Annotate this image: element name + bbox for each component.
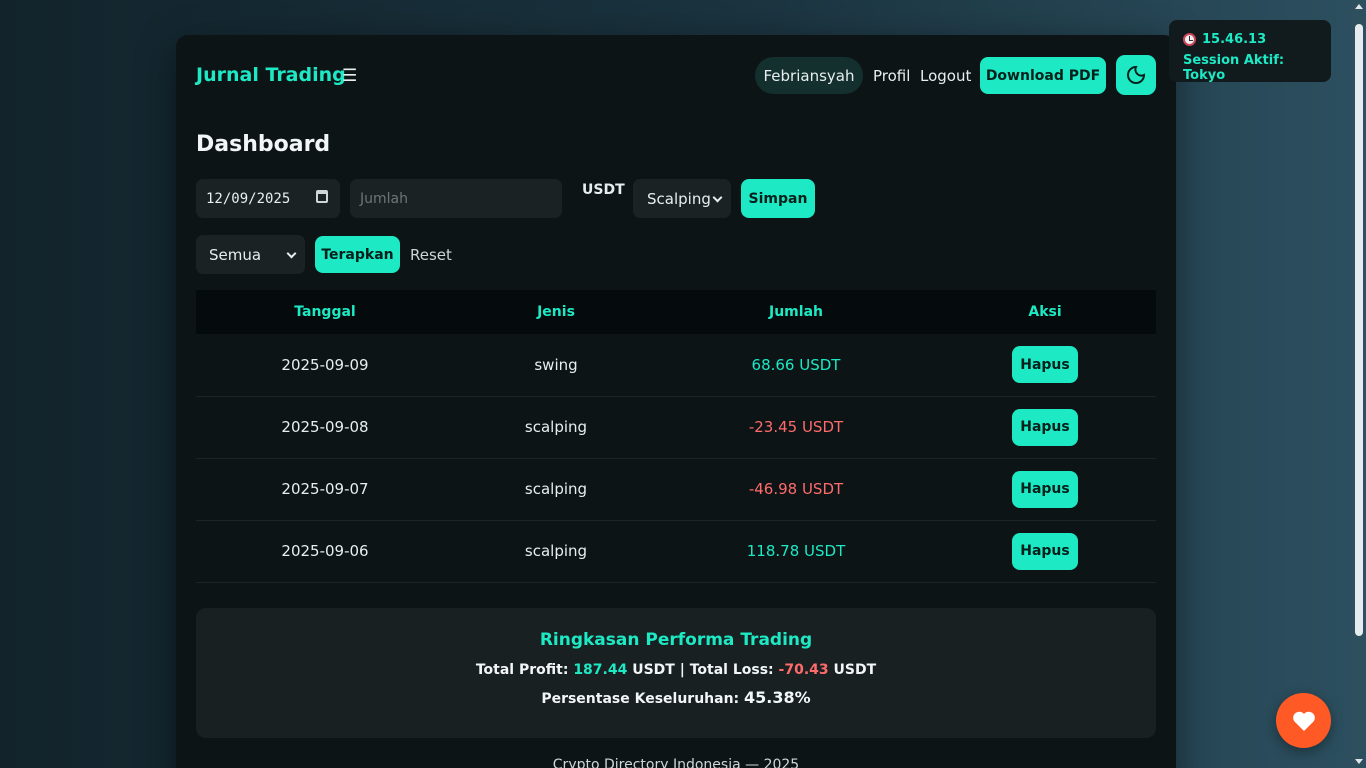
username-badge[interactable]: Febriansyah (755, 57, 863, 94)
filter-select[interactable]: Semua (196, 235, 305, 274)
total-profit-label: Total Profit: (475, 662, 569, 678)
table-header: Tanggal Jenis Jumlah Aksi (196, 290, 1156, 334)
moon-icon (1127, 65, 1146, 84)
currency-label: USDT (833, 662, 877, 678)
page-title: Dashboard (196, 132, 331, 157)
trade-type-value: Scalping (647, 189, 711, 208)
column-header-amount: Jumlah (769, 304, 823, 320)
table-row: 2025-09-06 scalping 118.78 USDT Hapus (196, 520, 1156, 583)
filter-value: Semua (209, 245, 262, 264)
download-pdf-button[interactable]: Download PDF (980, 57, 1106, 94)
scroll-down-arrow[interactable] (1355, 759, 1363, 764)
logout-link[interactable]: Logout (920, 67, 971, 85)
column-header-date: Tanggal (294, 304, 356, 320)
percentage-label: Persentase Keseluruhan: (541, 691, 740, 707)
session-label: Session Aktif: Tokyo (1183, 53, 1285, 83)
delete-button[interactable]: Hapus (1012, 346, 1078, 384)
apply-filter-button[interactable]: Terapkan (315, 236, 400, 273)
separator: | (679, 662, 685, 678)
cell-amount: -46.98 USDT (658, 458, 934, 521)
delete-button[interactable]: Hapus (1012, 408, 1078, 446)
cell-action: Hapus (934, 334, 1156, 397)
amount-input[interactable]: Jumlah (350, 179, 562, 218)
column-header-type: Jenis (537, 304, 575, 320)
session-widget: 15.46.13 Session Aktif: Tokyo (1169, 20, 1331, 83)
cell-action: Hapus (934, 458, 1156, 521)
summary-totals: Total Profit: 187.44 USDT | Total Loss: … (196, 662, 1156, 678)
heart-icon (1292, 711, 1315, 731)
delete-button[interactable]: Hapus (1012, 532, 1078, 570)
cell-type: swing (454, 334, 658, 397)
cell-action: Hapus (934, 396, 1156, 459)
cell-date: 2025-09-08 (196, 396, 454, 459)
table-row: 2025-09-08 scalping -23.45 USDT Hapus (196, 396, 1156, 459)
scroll-up-arrow[interactable] (1355, 4, 1363, 9)
summary-title: Ringkasan Performa Trading (539, 630, 813, 650)
cell-type: scalping (454, 396, 658, 459)
scrollbar-thumb[interactable] (1355, 24, 1363, 636)
cell-date: 2025-09-06 (196, 520, 454, 583)
cell-amount: 68.66 USDT (658, 334, 934, 397)
brand-title[interactable]: Jurnal Trading (196, 64, 346, 86)
currency-label: USDT (582, 182, 625, 198)
cell-type: scalping (454, 458, 658, 521)
footer-text: Crypto Directory Indonesia — 2025 (552, 757, 800, 768)
date-value: 12/09/2025 (206, 190, 291, 207)
profile-link[interactable]: Profil (873, 67, 910, 85)
table-row: 2025-09-09 swing 68.66 USDT Hapus (196, 334, 1156, 397)
column-header-action: Aksi (1028, 304, 1062, 320)
chevron-down-icon (712, 192, 723, 203)
cell-date: 2025-09-07 (196, 458, 454, 521)
cell-type: scalping (454, 520, 658, 583)
performance-summary: Ringkasan Performa Trading Total Profit:… (196, 608, 1156, 738)
session-time: 15.46.13 (1202, 32, 1267, 47)
save-button[interactable]: Simpan (741, 179, 815, 218)
cell-date: 2025-09-09 (196, 334, 454, 397)
theme-toggle-button[interactable] (1116, 55, 1156, 95)
favorite-fab-button[interactable] (1276, 693, 1331, 748)
scrollbar[interactable] (1352, 0, 1366, 768)
percentage-value: 45.38% (744, 688, 811, 707)
chevron-down-icon (286, 248, 297, 259)
clock-icon (1183, 33, 1196, 46)
calendar-icon[interactable] (316, 190, 328, 203)
total-loss-label: Total Loss: (689, 662, 774, 678)
currency-label: USDT (632, 662, 675, 678)
date-input[interactable]: 12/09/2025 (196, 179, 340, 218)
overall-percentage: Persentase Keseluruhan: 45.38% (196, 688, 1156, 707)
trades-table: Tanggal Jenis Jumlah Aksi 2025-09-09 swi… (196, 290, 1156, 583)
cell-action: Hapus (934, 520, 1156, 583)
table-row: 2025-09-07 scalping -46.98 USDT Hapus (196, 458, 1156, 521)
trade-type-select[interactable]: Scalping (633, 179, 731, 218)
hamburger-icon[interactable]: ☰ (342, 66, 357, 86)
main-card: Jurnal Trading ☰ Febriansyah Profil Logo… (176, 35, 1176, 768)
total-loss-value: -70.43 (778, 662, 829, 678)
cell-amount: 118.78 USDT (658, 520, 934, 583)
cell-amount: -23.45 USDT (658, 396, 934, 459)
total-profit-value: 187.44 (573, 662, 628, 678)
reset-button[interactable]: Reset (410, 246, 452, 264)
delete-button[interactable]: Hapus (1012, 470, 1078, 508)
